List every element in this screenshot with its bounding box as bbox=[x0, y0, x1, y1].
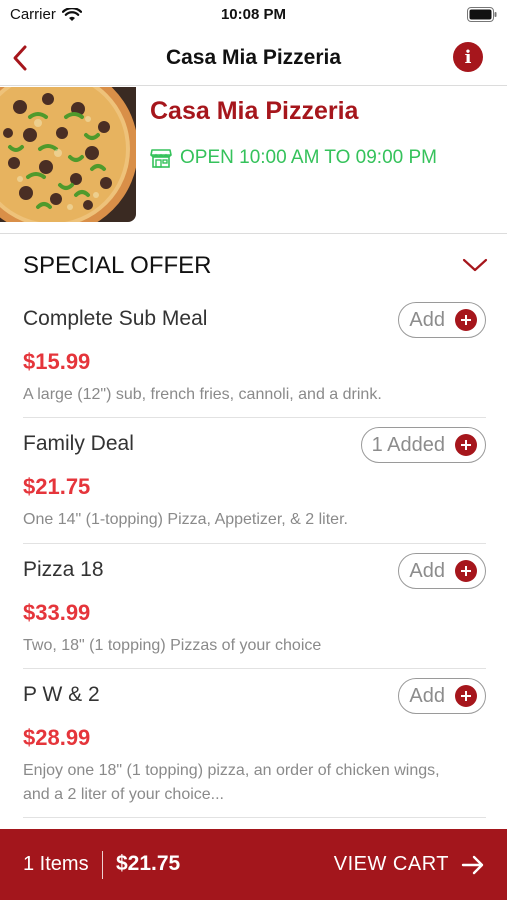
battery-icon bbox=[467, 7, 497, 22]
navigation-bar: Casa Mia Pizzeria i bbox=[0, 30, 507, 86]
cart-item-count: 1 Items bbox=[23, 853, 89, 875]
chevron-left-icon[interactable] bbox=[8, 43, 34, 73]
add-button-label: Add bbox=[409, 559, 445, 582]
item-price: $21.75 bbox=[23, 474, 91, 499]
item-name: Family Deal bbox=[23, 432, 134, 455]
menu-item: Pizza 18 Add $33.99 Two, 18" (1 topping)… bbox=[23, 553, 486, 669]
status-time: 10:08 PM bbox=[220, 6, 287, 23]
info-glyph: i bbox=[464, 47, 472, 68]
hours-label: OPEN 10:00 AM TO 09:00 PM bbox=[180, 147, 437, 168]
item-price: $15.99 bbox=[23, 349, 91, 374]
store-icon bbox=[150, 149, 172, 168]
section-title: SPECIAL OFFER bbox=[23, 252, 212, 279]
item-name: Complete Sub Meal bbox=[23, 307, 208, 330]
add-button[interactable]: Add bbox=[398, 302, 486, 338]
add-button-label: Add bbox=[409, 308, 445, 331]
add-button[interactable]: Add bbox=[398, 678, 486, 714]
restaurant-name: Casa Mia Pizzeria bbox=[150, 97, 359, 125]
item-price: $33.99 bbox=[23, 600, 91, 625]
opening-hours: OPEN 10:00 AM TO 09:00 PM bbox=[150, 147, 437, 169]
special-offer-section-header[interactable]: SPECIAL OFFER bbox=[23, 250, 488, 284]
info-icon[interactable]: i bbox=[453, 42, 483, 72]
item-name: P W & 2 bbox=[23, 683, 100, 706]
add-button[interactable]: Add bbox=[398, 553, 486, 589]
menu-item: Complete Sub Meal Add $15.99 A large (12… bbox=[23, 302, 486, 418]
menu-item: Family Deal 1 Added $21.75 One 14" (1-to… bbox=[23, 427, 486, 544]
plus-icon bbox=[455, 434, 477, 456]
menu-item: P W & 2 Add $28.99 Enjoy one 18" (1 topp… bbox=[23, 678, 486, 818]
item-name: Pizza 18 bbox=[23, 558, 104, 581]
chevron-down-icon[interactable] bbox=[462, 256, 488, 274]
view-cart-label: VIEW CART bbox=[333, 853, 449, 875]
add-button-label: 1 Added bbox=[371, 433, 445, 456]
item-description: Two, 18" (1 topping) Pizzas of your choi… bbox=[23, 637, 322, 654]
plus-icon bbox=[455, 560, 477, 582]
cart-total: $21.75 bbox=[116, 852, 181, 875]
item-price: $28.99 bbox=[23, 725, 91, 750]
item-description: One 14" (1-topping) Pizza, Appetizer, & … bbox=[23, 511, 348, 528]
add-button[interactable]: 1 Added bbox=[360, 427, 486, 463]
item-description: Enjoy one 18" (1 topping) pizza, an orde… bbox=[23, 762, 440, 803]
cart-divider bbox=[102, 851, 103, 879]
view-cart-button[interactable]: VIEW CART bbox=[334, 853, 485, 876]
arrow-right-icon bbox=[461, 855, 484, 874]
plus-icon bbox=[455, 685, 477, 707]
pizza-photo bbox=[0, 87, 136, 222]
item-description: A large (12") sub, french fries, cannoli… bbox=[23, 386, 382, 403]
add-button-label: Add bbox=[409, 684, 445, 707]
view-cart-bar[interactable]: 1 Items $21.75 VIEW CART bbox=[0, 829, 507, 900]
restaurant-header: Casa Mia Pizzeria OPEN 10:00 AM TO 09:00… bbox=[0, 87, 507, 234]
page-title: Casa Mia Pizzeria bbox=[165, 46, 342, 69]
status-bar: Carrier 10:08 PM bbox=[0, 0, 507, 30]
plus-icon bbox=[455, 309, 477, 331]
